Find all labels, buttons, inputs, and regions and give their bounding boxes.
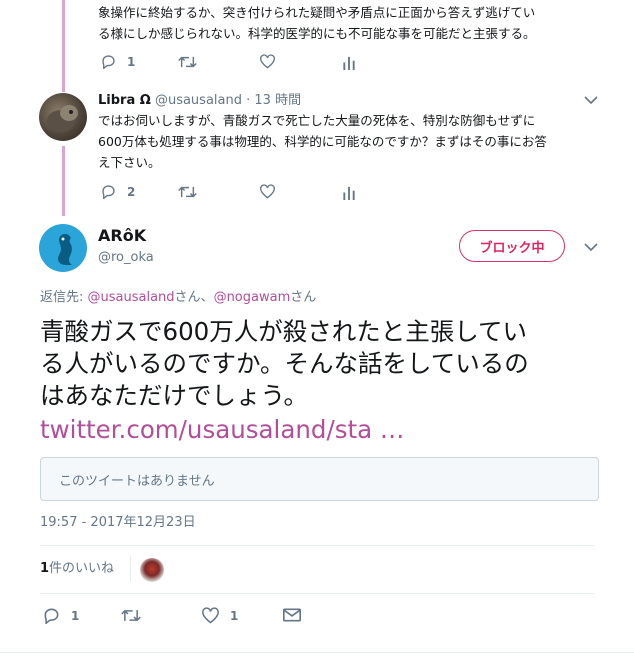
envelope-icon	[283, 608, 301, 622]
retweet-icon	[121, 609, 141, 622]
retweet-icon	[178, 186, 197, 198]
divider-2	[40, 593, 594, 594]
prev-retweet-button[interactable]	[178, 55, 197, 69]
avatar-arok[interactable]	[39, 224, 87, 272]
analytics-icon	[343, 186, 355, 200]
prev-like-button[interactable]	[259, 54, 276, 69]
main-like-count: 1	[230, 608, 239, 623]
cat-icon	[47, 105, 78, 132]
main-body-line3: はあなただけでしょう。	[40, 381, 309, 410]
main-retweet-button[interactable]	[121, 608, 141, 623]
libra-line3: え下さい。	[98, 155, 161, 170]
libra-analytics-button[interactable]	[342, 185, 356, 200]
blocked-button[interactable]: ブロック中	[459, 230, 565, 262]
libra-time[interactable]: · 13 時間	[246, 93, 301, 108]
quote-unavailable-text: このツイートはありません	[59, 473, 215, 489]
libra-tweet-text: ではお伺いしますが、青酸ガスで死亡した大量の死体を、特別な防御もせずに 600万…	[98, 110, 618, 173]
libra-like-button[interactable]	[259, 184, 276, 199]
reply-to-sep: さん、	[174, 290, 214, 305]
main-reply-count: 1	[71, 608, 80, 623]
prev-tweet-text: 象操作に終始するか、突き付けられた疑問や矛盾点に正面から答えず逃げてい る様にし…	[98, 2, 618, 44]
heart-icon	[260, 184, 275, 199]
reply-to-user2[interactable]: @nogawam	[214, 290, 291, 305]
thread-connector-top	[62, 0, 65, 92]
libra-name[interactable]: Libra Ω	[98, 93, 151, 108]
reply-to-prefix: 返信先:	[40, 290, 88, 305]
prev-tweet-line1: 象操作に終始するか、突き付けられた疑問や矛盾点に正面から答えず逃げてい	[98, 5, 536, 20]
main-body-line2: る人がいるのですか。そんな話をしているの	[40, 349, 529, 378]
prev-reply-count: 1	[127, 54, 136, 69]
arok-handle[interactable]: @ro_oka	[98, 249, 154, 267]
prev-analytics-button[interactable]	[342, 55, 356, 70]
retweet-icon	[178, 56, 197, 68]
libra-reply-button[interactable]: 2	[100, 184, 135, 199]
quote-unavailable-box[interactable]: このツイートはありません	[40, 457, 599, 501]
main-like-button[interactable]: 1	[201, 607, 238, 624]
main-reply-button[interactable]: 1	[42, 607, 79, 624]
prev-reply-button[interactable]: 1	[100, 54, 135, 69]
thread-connector-mid	[62, 146, 65, 216]
main-body-line1: 青酸ガスで600万人が殺されたと主張してい	[40, 317, 528, 346]
arok-name[interactable]: ARôK	[98, 226, 146, 246]
libra-header: Libra Ω @usausaland · 13 時間	[98, 92, 301, 110]
liker-avatar[interactable]	[140, 558, 164, 582]
divider-1	[40, 545, 594, 546]
libra-retweet-button[interactable]	[178, 185, 197, 199]
reply-to-user1[interactable]: @usausaland	[88, 290, 175, 305]
likes-count: 1	[40, 561, 50, 576]
main-tweet-body: 青酸ガスで600万人が殺されたと主張してい る人がいるのですか。そんな話をしてい…	[40, 316, 610, 446]
reply-icon	[102, 55, 115, 69]
main-chevron-down-icon[interactable]	[584, 243, 598, 252]
main-dm-button[interactable]	[283, 608, 301, 622]
reply-icon	[102, 185, 115, 199]
likes-label: 件のいいね	[49, 561, 115, 576]
heart-icon	[202, 607, 219, 624]
likes-summary[interactable]: 1件のいいね	[40, 560, 114, 578]
avatar-libra[interactable]	[39, 93, 87, 141]
reply-to-suffix: さん	[290, 290, 317, 305]
analytics-icon	[343, 56, 355, 70]
libra-chevron-down-icon[interactable]	[584, 96, 598, 105]
tweet-timestamp[interactable]: 19:57 - 2017年12月23日	[40, 514, 196, 532]
main-body-link[interactable]: twitter.com/usausaland/sta …	[40, 414, 610, 446]
reply-to-line: 返信先: @usausalandさん、@nogawamさん	[40, 289, 316, 307]
libra-reply-count: 2	[127, 184, 136, 199]
divider-bottom	[0, 652, 634, 653]
liker-divider	[130, 556, 131, 582]
heart-icon	[260, 54, 275, 69]
reply-icon	[44, 608, 59, 624]
libra-line2: 600万体も処理する事は物理的、科学的に可能なのですか？まずはその事にお答	[98, 134, 547, 149]
libra-handle[interactable]: @usausaland	[155, 93, 242, 108]
libra-line1: ではお伺いしますが、青酸ガスで死亡した大量の死体を、特別な防御もせずに	[98, 113, 536, 128]
seahorse-icon	[58, 234, 72, 265]
prev-tweet-line2: る様にしか感じられない。科学的医学的にも不可能な事を可能だと主張する。	[98, 26, 536, 41]
